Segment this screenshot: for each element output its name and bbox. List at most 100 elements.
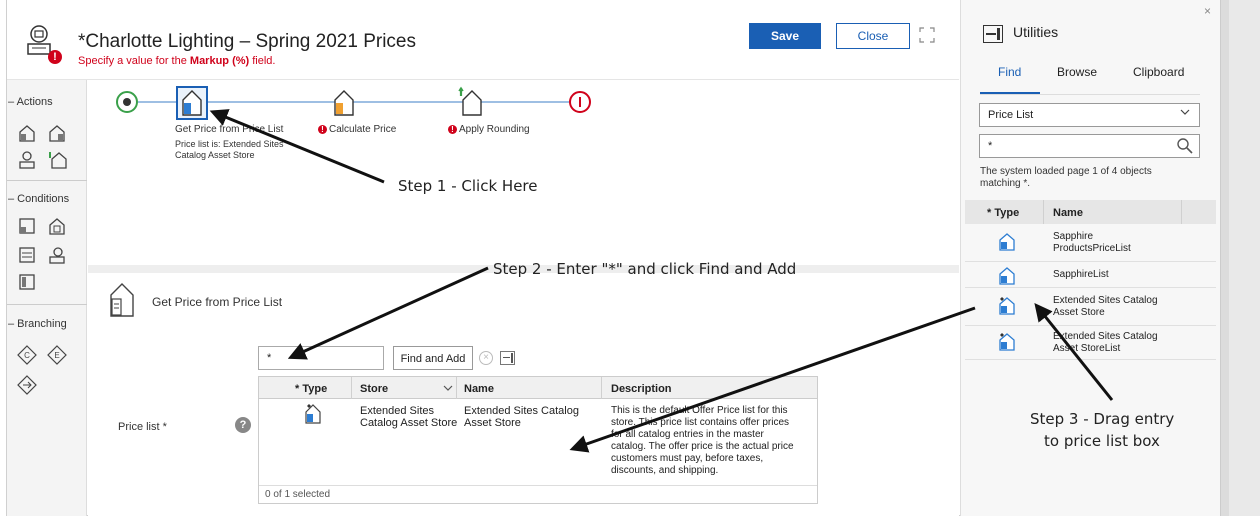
divider bbox=[7, 180, 87, 181]
list-item[interactable]: Extended Sites Catalog Asset StoreList bbox=[965, 326, 1216, 360]
page-title: *Charlotte Lighting – Spring 2021 Prices bbox=[78, 31, 416, 52]
palette-section-actions[interactable]: – Actions bbox=[8, 96, 53, 108]
search-status: The system loaded page 1 of 4 objects ma… bbox=[980, 166, 1195, 190]
clear-icon[interactable]: × bbox=[479, 351, 493, 365]
condition-icon[interactable] bbox=[47, 245, 67, 265]
chevron-down-icon[interactable] bbox=[443, 384, 453, 392]
list-item[interactable]: Extended Sites Catalog Asset Store bbox=[965, 288, 1216, 326]
condition-icon[interactable] bbox=[17, 272, 37, 292]
expand-icon[interactable] bbox=[918, 26, 936, 44]
right-scroll-strip bbox=[1220, 0, 1260, 516]
result-name-line: Extended Sites Catalog bbox=[1053, 331, 1158, 342]
error-prefix: Specify a value for the bbox=[78, 55, 190, 67]
price-list-label: Price list * bbox=[118, 421, 167, 433]
palette-section-conditions[interactable]: – Conditions bbox=[8, 193, 69, 205]
results-table: * Type Name Sapphire ProductsPriceList S… bbox=[965, 200, 1216, 360]
step-get-price-label[interactable]: Get Price from Price List bbox=[175, 124, 283, 135]
error-field: Markup (%) bbox=[189, 55, 250, 67]
col-type[interactable]: * Type bbox=[295, 383, 327, 395]
apply-rounding-icon[interactable] bbox=[458, 86, 484, 118]
palette-section-branching[interactable]: – Branching bbox=[8, 318, 67, 330]
step-calculate-price-label[interactable]: ! Calculate Price bbox=[318, 124, 396, 135]
error-badge-icon: ! bbox=[48, 50, 62, 64]
close-icon[interactable]: × bbox=[1204, 4, 1211, 18]
error-icon: ! bbox=[318, 125, 327, 134]
col-name[interactable]: Name bbox=[1053, 207, 1083, 219]
error-icon: ! bbox=[448, 125, 457, 134]
save-button[interactable]: Save bbox=[749, 23, 821, 49]
tab-browse[interactable]: Browse bbox=[1057, 65, 1097, 79]
result-name-line: Asset Store bbox=[1053, 307, 1105, 318]
result-name-line: ProductsPriceList bbox=[1053, 243, 1131, 254]
table-header: * Type Name bbox=[965, 200, 1216, 224]
utilities-search-input[interactable]: * bbox=[979, 134, 1200, 158]
status-line: The system loaded page 1 of 4 objects bbox=[980, 166, 1152, 177]
cell-description: This is the default Offer Price list for… bbox=[611, 405, 794, 477]
step-apply-rounding-text: Apply Rounding bbox=[459, 124, 530, 135]
description-line: customers must pay, before taxes, bbox=[611, 453, 764, 464]
action-icon[interactable] bbox=[47, 150, 67, 170]
condition-icon[interactable] bbox=[17, 245, 37, 265]
action-icon[interactable] bbox=[17, 123, 37, 143]
price-list-type-icon bbox=[999, 297, 1015, 315]
start-node[interactable] bbox=[116, 91, 138, 113]
result-name-line: SapphireList bbox=[1053, 269, 1109, 280]
description-line: catalog. The offer price is the actual p… bbox=[611, 441, 794, 452]
price-list-type-icon bbox=[999, 233, 1015, 251]
action-icon[interactable] bbox=[17, 150, 37, 170]
svg-text:E: E bbox=[54, 351, 59, 360]
close-button[interactable]: Close bbox=[836, 23, 910, 49]
divider bbox=[7, 304, 87, 305]
tab-find[interactable]: Find bbox=[998, 65, 1021, 79]
annotation-step-3-line-2: to price list box bbox=[1044, 432, 1160, 450]
utilities-title: Utilities bbox=[1013, 24, 1059, 40]
result-name-line: Extended Sites Catalog bbox=[1053, 295, 1158, 306]
error-suffix: field. bbox=[249, 55, 276, 67]
table-header: * Type Store Name Description bbox=[259, 377, 817, 399]
cell-name-line: Asset Store bbox=[464, 417, 521, 429]
divider bbox=[601, 377, 602, 399]
end-node[interactable] bbox=[569, 91, 591, 113]
utilities-dock-icon[interactable] bbox=[500, 351, 515, 365]
divider bbox=[456, 377, 457, 399]
cell-name: Extended Sites Catalog Asset Store bbox=[464, 405, 579, 429]
condition-icon[interactable] bbox=[17, 216, 37, 236]
scrollbar[interactable] bbox=[1221, 0, 1229, 516]
col-name[interactable]: Name bbox=[464, 383, 494, 395]
find-and-add-button[interactable]: Find and Add bbox=[393, 346, 473, 370]
description-line: store. This price list contains offer pr… bbox=[611, 417, 790, 428]
search-icon[interactable] bbox=[1176, 137, 1194, 155]
description-line: for all catalog entries in the master bbox=[611, 429, 764, 440]
chevron-down-icon[interactable] bbox=[1180, 107, 1190, 117]
result-name-line: Sapphire bbox=[1053, 231, 1094, 242]
branch-c-icon[interactable]: C bbox=[17, 345, 37, 365]
list-item[interactable]: Sapphire ProductsPriceList bbox=[965, 224, 1216, 262]
svg-text:C: C bbox=[24, 351, 30, 360]
price-list-type-icon bbox=[305, 404, 321, 424]
table-row[interactable]: Extended Sites Catalog Asset Store Exten… bbox=[259, 399, 817, 485]
branch-e-icon[interactable]: E bbox=[47, 345, 67, 365]
divider bbox=[1181, 200, 1182, 224]
divider bbox=[1043, 200, 1044, 224]
cell-store: Extended Sites Catalog Asset Store bbox=[360, 405, 457, 429]
calculate-price-icon[interactable] bbox=[332, 88, 356, 118]
help-icon[interactable]: ? bbox=[235, 417, 251, 433]
list-item[interactable]: SapphireList bbox=[965, 262, 1216, 288]
annotation-step-2: Step 2 - Enter "*" and click Find and Ad… bbox=[493, 260, 797, 278]
get-price-large-icon bbox=[110, 283, 134, 317]
result-name: Sapphire ProductsPriceList bbox=[1053, 231, 1131, 255]
object-type-select[interactable]: Price List bbox=[979, 103, 1200, 127]
tab-clipboard[interactable]: Clipboard bbox=[1133, 65, 1184, 79]
get-price-icon bbox=[182, 90, 202, 116]
col-store[interactable]: Store bbox=[360, 383, 388, 395]
active-tab-indicator bbox=[980, 92, 1040, 94]
result-name: Extended Sites Catalog Asset StoreList bbox=[1053, 331, 1158, 355]
price-list-search-input[interactable]: * bbox=[258, 346, 384, 370]
col-type[interactable]: * Type bbox=[987, 207, 1019, 219]
condition-icon[interactable] bbox=[47, 216, 67, 236]
branch-merge-icon[interactable] bbox=[17, 375, 37, 395]
description-line: discounts, and shipping. bbox=[611, 465, 719, 476]
step-apply-rounding-label[interactable]: ! Apply Rounding bbox=[448, 124, 530, 135]
col-description[interactable]: Description bbox=[611, 383, 672, 395]
action-icon[interactable] bbox=[47, 123, 67, 143]
